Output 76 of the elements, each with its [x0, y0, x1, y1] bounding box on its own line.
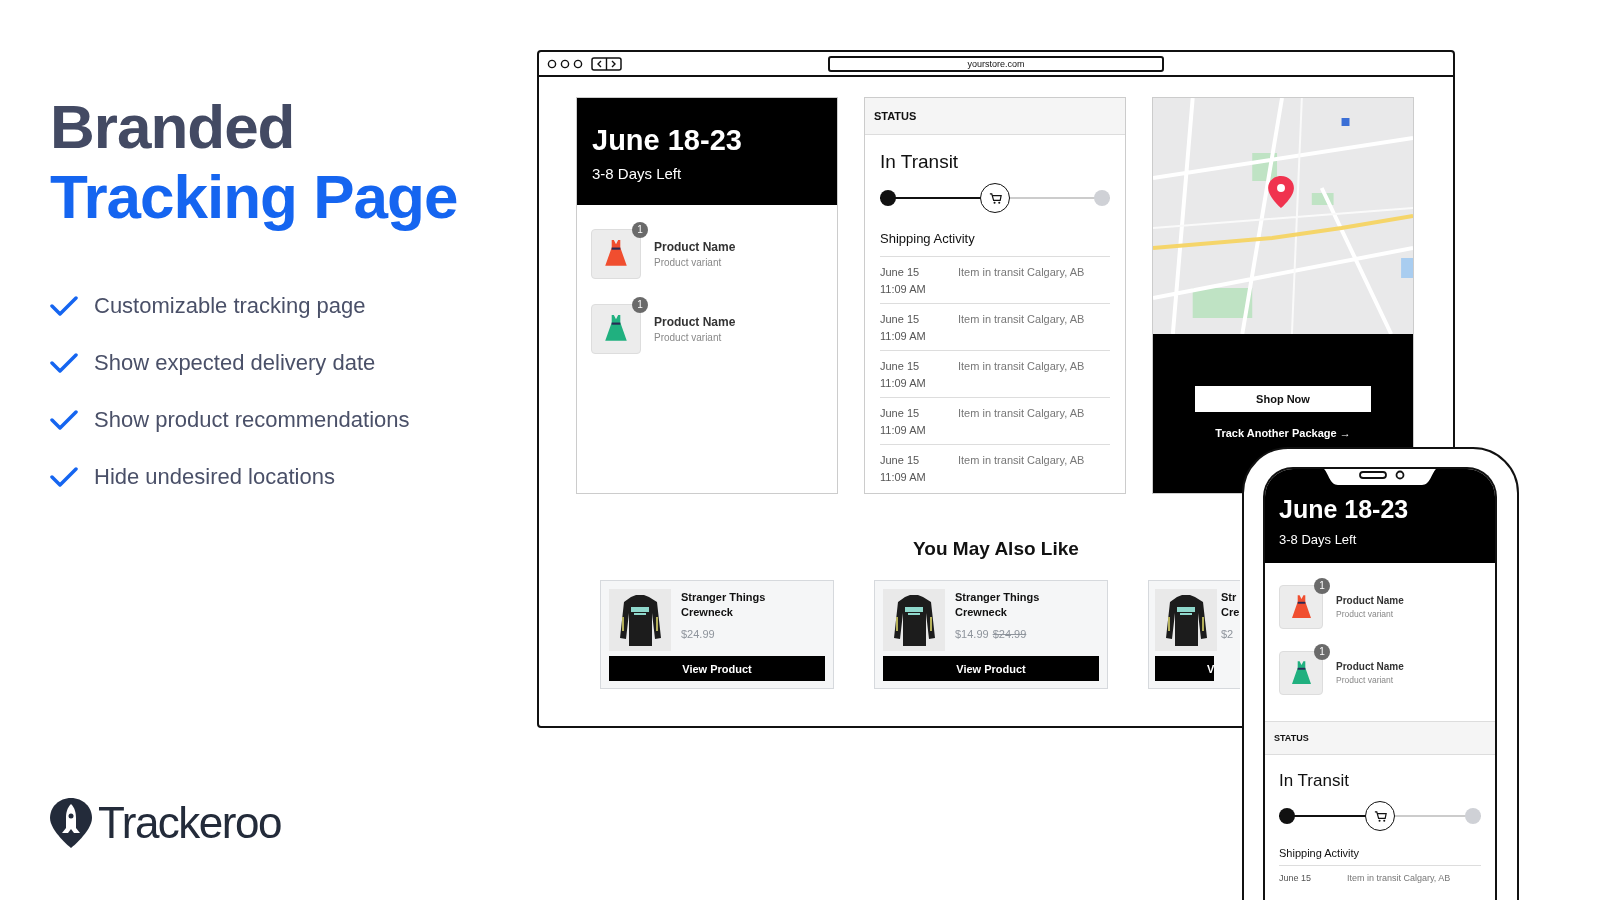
cart-step-icon	[1365, 801, 1395, 831]
delivery-date: June 18-23	[592, 124, 742, 157]
logo-text: Trackeroo	[98, 798, 281, 848]
activity-description: Item in transit Calgary, AB	[1347, 872, 1451, 884]
step-dot	[1094, 190, 1110, 206]
feature-text: Customizable tracking page	[94, 292, 366, 319]
check-icon	[50, 408, 78, 431]
activity-time: 11:09 AM	[880, 376, 926, 391]
address-bar[interactable]: yourstore.com	[828, 55, 1164, 72]
headline: Branded	[50, 92, 295, 162]
cart-step-icon	[980, 183, 1010, 213]
status-text: In Transit	[1279, 771, 1349, 791]
track-package-link[interactable]: Track Another Package →	[1215, 427, 1351, 439]
step-dot	[1279, 808, 1295, 824]
delivery-date: June 18-23	[1279, 495, 1409, 524]
product-title: Stranger Things	[955, 591, 1040, 604]
activity-date: June 15	[880, 359, 920, 374]
product-title: Stranger Things	[681, 591, 766, 604]
product-variant: Product variant	[1336, 609, 1394, 619]
window-dots-icon	[547, 58, 583, 69]
activity-time: 11:09 AM	[880, 282, 926, 297]
view-product-button[interactable]: View Product	[609, 656, 825, 681]
compare-price: $24.99	[992, 628, 1027, 640]
status-header: STATUS	[1274, 733, 1309, 743]
section-title: You May Also Like	[913, 538, 1079, 560]
product-name: Product Name	[654, 315, 736, 329]
view-product-button[interactable]: V	[1155, 656, 1215, 681]
product-price: $2	[1221, 628, 1234, 640]
activity-date: June 15	[880, 406, 920, 421]
days-left: 3-8 Days Left	[1279, 532, 1357, 547]
product-variant: Product variant	[654, 332, 722, 343]
product-name: Product Name	[1336, 661, 1404, 672]
days-left: 3-8 Days Left	[592, 165, 682, 182]
back-forward-icon[interactable]	[591, 56, 622, 71]
product-title: Str	[1221, 591, 1237, 604]
feature-text: Show product recommendations	[94, 406, 410, 433]
activity-title: Shipping Activity	[1279, 847, 1360, 859]
product-variant: Product variant	[1336, 675, 1394, 685]
activity-title: Shipping Activity	[880, 231, 975, 246]
product-price: $14.99	[955, 628, 989, 640]
feature-text: Show expected delivery date	[94, 349, 376, 376]
check-icon	[50, 351, 78, 374]
activity-date: June 15	[1279, 872, 1312, 884]
activity-description: Item in transit Calgary, AB	[958, 265, 1085, 280]
headline: Tracking Page	[50, 162, 458, 232]
product-title: Cre	[1221, 606, 1240, 619]
product-name: Product Name	[654, 240, 736, 254]
rocket-pin-icon	[50, 798, 92, 848]
product-title: Crewneck	[955, 606, 1007, 619]
activity-description: Item in transit Calgary, AB	[958, 406, 1085, 421]
step-dot	[1465, 808, 1481, 824]
quantity-badge: 1	[1314, 644, 1330, 660]
activity-date: June 15	[880, 453, 920, 468]
view-product-button[interactable]: View Product	[883, 656, 1099, 681]
status-text: In Transit	[880, 151, 959, 173]
product-variant: Product variant	[654, 257, 722, 268]
activity-time: 11:09 AM	[880, 423, 926, 438]
activity-description: Item in transit Calgary, AB	[958, 312, 1085, 327]
shop-now-button[interactable]: Shop Now	[1195, 386, 1371, 412]
activity-date: June 15	[880, 265, 920, 280]
quantity-badge: 1	[632, 297, 648, 313]
activity-date: June 15	[880, 312, 920, 327]
check-icon	[50, 294, 78, 317]
status-header: STATUS	[874, 110, 917, 122]
quantity-badge: 1	[632, 222, 648, 238]
check-icon	[50, 465, 78, 488]
step-dot	[880, 190, 896, 206]
product-price: $24.99	[681, 628, 715, 640]
product-name: Product Name	[1336, 595, 1404, 606]
feature-text: Hide undesired locations	[94, 463, 335, 490]
activity-description: Item in transit Calgary, AB	[958, 359, 1085, 374]
quantity-badge: 1	[1314, 578, 1330, 594]
activity-time: 11:09 AM	[880, 329, 926, 344]
product-title: Crewneck	[681, 606, 733, 619]
activity-description: Item in transit Calgary, AB	[958, 453, 1085, 468]
activity-time: 11:09 AM	[880, 470, 926, 485]
